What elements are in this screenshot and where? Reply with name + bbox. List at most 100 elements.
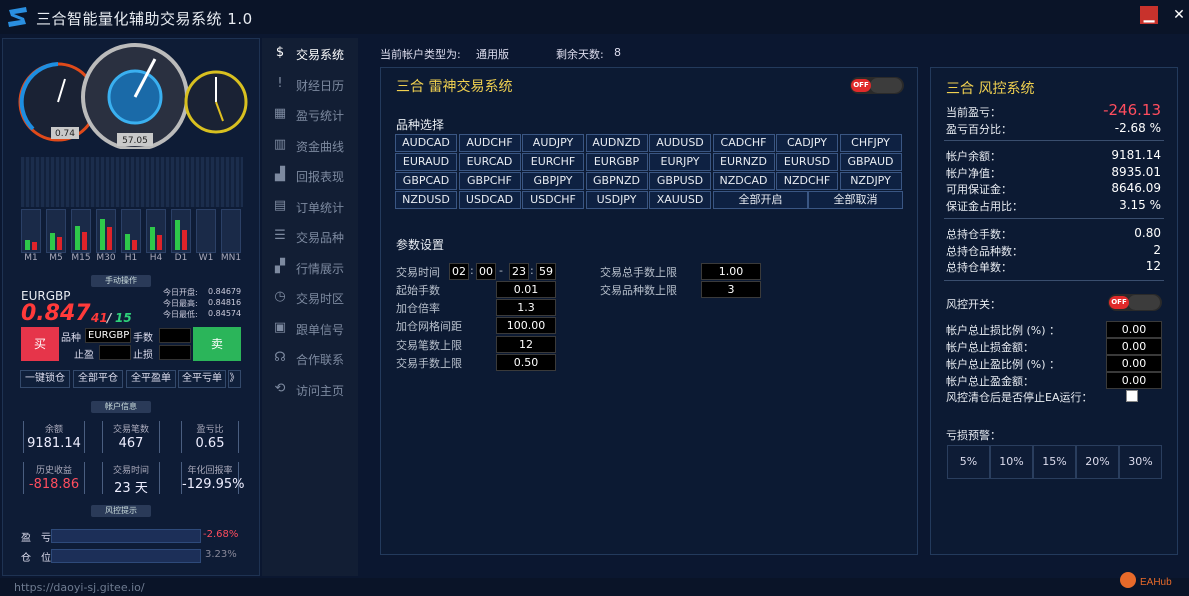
timeframe-box-h1 xyxy=(121,209,141,253)
risk-switch-toggle[interactable]: OFF xyxy=(1108,294,1162,311)
pair-cadjpy[interactable]: CADJPY xyxy=(776,134,838,152)
quick-action-1[interactable]: 全部平仓 xyxy=(73,370,123,388)
pair-eurchf[interactable]: EURCHF xyxy=(522,153,584,171)
nav-item-4[interactable]: ▟ 回报表现 xyxy=(262,160,358,190)
loss-warn-2[interactable]: 15% xyxy=(1033,445,1076,479)
param-input-1[interactable]: 1.3 xyxy=(496,299,556,317)
pair-usdcad[interactable]: USDCAD xyxy=(458,191,521,209)
time-start-minute[interactable]: 00 xyxy=(476,263,496,280)
sell-button[interactable]: 卖 xyxy=(193,327,241,361)
nav-item-2[interactable]: ▦ 盈亏统计 xyxy=(262,99,358,129)
tp-field[interactable] xyxy=(99,345,131,360)
quick-action-4[interactable]: 》 xyxy=(228,370,241,388)
minimize-button[interactable]: ▁ xyxy=(1140,6,1158,24)
symbol-field[interactable]: EURGBP xyxy=(85,328,131,343)
close-button[interactable]: ✕ xyxy=(1170,6,1188,24)
account-stat-value: 0.65 xyxy=(195,436,225,451)
trading-toggle[interactable]: OFF xyxy=(850,77,904,94)
param-input-0[interactable]: 0.01 xyxy=(496,281,556,298)
pair-eurcad[interactable]: EURCAD xyxy=(458,153,521,171)
select-all-button[interactable]: 全部开启 xyxy=(713,191,808,209)
pair-usdchf[interactable]: USDCHF xyxy=(522,191,584,209)
param-input-4[interactable]: 0.50 xyxy=(496,353,556,371)
pair-gbpaud[interactable]: GBPAUD xyxy=(839,153,902,171)
lots-field[interactable] xyxy=(159,328,191,343)
pair-audcad[interactable]: AUDCAD xyxy=(395,134,457,152)
risk-divider xyxy=(944,280,1164,281)
nav-item-5[interactable]: ▤ 订单统计 xyxy=(262,191,358,221)
nav-item-7[interactable]: ▞ 行情展示 xyxy=(262,252,358,282)
buy-button[interactable]: 买 xyxy=(21,327,59,361)
pair-nzdusd[interactable]: NZDUSD xyxy=(395,191,457,209)
pair-gbpchf[interactable]: GBPCHF xyxy=(458,172,521,190)
pair-audnzd[interactable]: AUDNZD xyxy=(585,134,648,152)
pair-chfjpy[interactable]: CHFJPY xyxy=(839,134,902,152)
time-end-minute[interactable]: 59 xyxy=(536,263,556,280)
pairs-section-title: 品种选择 xyxy=(396,118,445,132)
pair-xauusd[interactable]: XAUUSD xyxy=(649,191,711,209)
pair-nzdchf[interactable]: NZDCHF xyxy=(776,172,838,190)
deselect-all-button[interactable]: 全部取消 xyxy=(808,191,903,209)
risk-limit-label-0: 帐户总止损比例 (%) ： xyxy=(946,324,1061,337)
risk-divider xyxy=(944,140,1164,141)
quick-action-0[interactable]: 一键锁仓 xyxy=(20,370,70,388)
stop-ea-checkbox[interactable] xyxy=(1126,390,1138,402)
nav-icon-4: ▟ xyxy=(275,167,285,182)
param-right-input-0[interactable]: 1.00 xyxy=(701,263,761,280)
nav-item-11[interactable]: ⟲ 访问主页 xyxy=(262,374,358,404)
account-stat-value: 467 xyxy=(118,436,144,451)
manual-section-label: 手动操作 xyxy=(91,275,151,287)
side-nav: $ 交易系统! 财经日历 ▦ 盈亏统计 ▥ 资金曲线 ▟ 回报表现 ▤ 订单统计 ☰ 交易品种 ▞ 行情展示… xyxy=(262,38,358,576)
nav-item-9[interactable]: ▣ 跟单信号 xyxy=(262,313,358,343)
loss-warn-4[interactable]: 30% xyxy=(1119,445,1162,479)
pair-cadchf[interactable]: CADCHF xyxy=(712,134,775,152)
time-end-hour[interactable]: 23 xyxy=(509,263,529,280)
param-input-3[interactable]: 12 xyxy=(496,335,556,353)
nav-label: 资金曲线 xyxy=(296,139,345,154)
pair-audchf[interactable]: AUDCHF xyxy=(458,134,521,152)
pair-euraud[interactable]: EURAUD xyxy=(395,153,457,171)
nav-item-3[interactable]: ▥ 资金曲线 xyxy=(262,130,358,160)
account-type-value: 通用版 xyxy=(476,48,509,61)
left-gauge-value: 0.74 xyxy=(55,129,75,139)
timeframe-label-m1: M1 xyxy=(24,253,38,263)
days-label: 剩余天数: xyxy=(556,48,604,61)
param-input-2[interactable]: 100.00 xyxy=(496,317,556,335)
pair-gbpcad[interactable]: GBPCAD xyxy=(395,172,457,190)
nav-item-8[interactable]: ◷ 交易时区 xyxy=(262,282,358,312)
pair-eurgbp[interactable]: EURGBP xyxy=(585,153,648,171)
risk-group1-value-0: -246.13 xyxy=(1103,101,1161,119)
sl-field[interactable] xyxy=(159,345,191,360)
pair-gbpusd[interactable]: GBPUSD xyxy=(649,172,711,190)
pair-usdjpy[interactable]: USDJPY xyxy=(585,191,648,209)
pair-eurnzd[interactable]: EURNZD xyxy=(712,153,775,171)
quick-action-3[interactable]: 全平亏单 xyxy=(178,370,226,388)
nav-item-10[interactable]: ☊ 合作联系 xyxy=(262,343,358,373)
time-start-hour[interactable]: 02 xyxy=(449,263,469,280)
risk-limit-input-3[interactable]: 0.00 xyxy=(1106,372,1162,389)
pair-gbpjpy[interactable]: GBPJPY xyxy=(522,172,584,190)
quick-action-2[interactable]: 全平盈单 xyxy=(126,370,176,388)
pair-eurjpy[interactable]: EURJPY xyxy=(649,153,711,171)
timeframe-box-m30 xyxy=(96,209,116,253)
pair-eurusd[interactable]: EURUSD xyxy=(776,153,838,171)
footer-url[interactable]: https://daoyi-sj.gitee.io/ xyxy=(14,581,145,594)
risk-limit-input-1[interactable]: 0.00 xyxy=(1106,338,1162,355)
risk-divider xyxy=(944,218,1164,219)
loss-warn-0[interactable]: 5% xyxy=(947,445,990,479)
nav-icon-1: ! xyxy=(277,75,283,91)
pair-nzdcad[interactable]: NZDCAD xyxy=(712,172,775,190)
loss-warn-3[interactable]: 20% xyxy=(1076,445,1119,479)
loss-warn-1[interactable]: 10% xyxy=(990,445,1033,479)
pair-audusd[interactable]: AUDUSD xyxy=(649,134,711,152)
nav-item-0[interactable]: $ 交易系统 xyxy=(262,38,358,68)
risk-limit-input-2[interactable]: 0.00 xyxy=(1106,355,1162,372)
pair-audjpy[interactable]: AUDJPY xyxy=(522,134,584,152)
pair-gbpnzd[interactable]: GBPNZD xyxy=(585,172,648,190)
nav-item-1[interactable]: ! 财经日历 xyxy=(262,69,358,99)
loss-warning-label: 亏损预警： xyxy=(946,429,1001,442)
pair-nzdjpy[interactable]: NZDJPY xyxy=(839,172,902,190)
risk-limit-input-0[interactable]: 0.00 xyxy=(1106,321,1162,338)
param-right-input-1[interactable]: 3 xyxy=(701,281,761,298)
nav-item-6[interactable]: ☰ 交易品种 xyxy=(262,221,358,251)
